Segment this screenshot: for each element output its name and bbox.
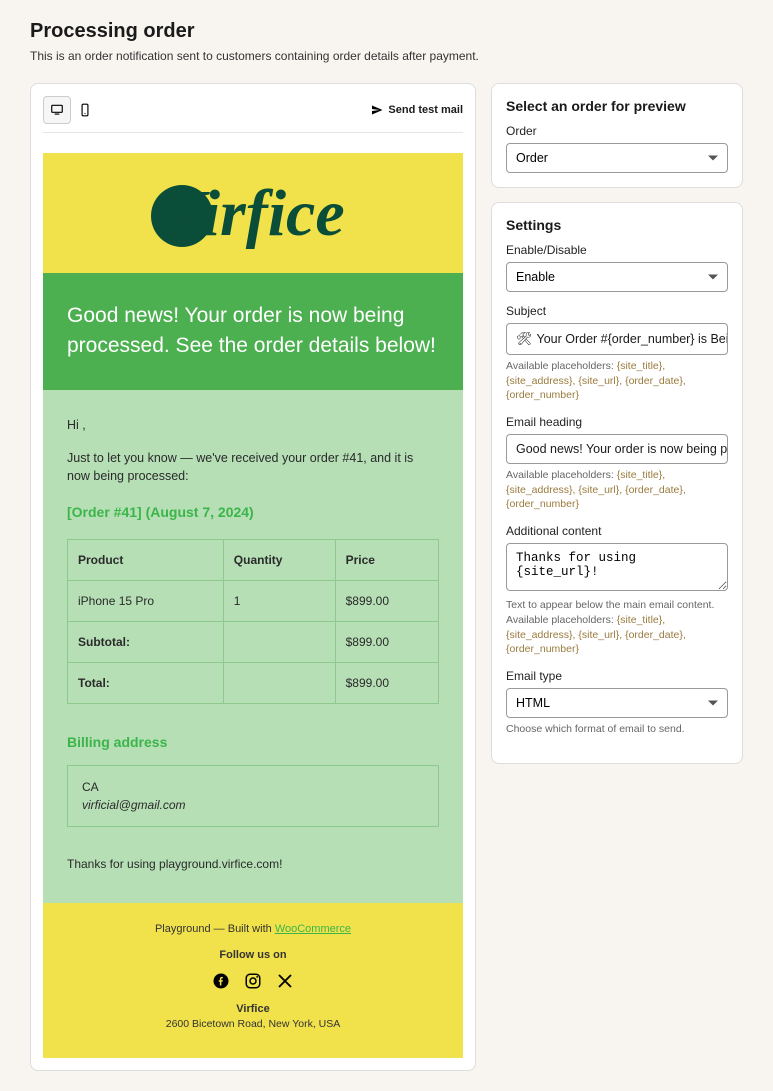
emailtype-label: Email type (506, 669, 728, 683)
send-test-button[interactable]: Send test mail (371, 104, 463, 116)
cell-product: iPhone 15 Pro (68, 581, 224, 622)
instagram-icon[interactable] (243, 971, 263, 991)
cell-price: $899.00 (335, 581, 438, 622)
tools-icon: 🛠 (516, 331, 533, 347)
enable-label: Enable/Disable (506, 243, 728, 257)
email-preview-card: Send test mail Virfice Good news! Your o… (30, 83, 476, 1071)
send-icon (371, 104, 383, 116)
mobile-view-button[interactable] (71, 96, 99, 124)
subject-hint: Available placeholders: {site_title}, {s… (506, 359, 728, 403)
subject-label: Subject (506, 304, 728, 318)
desktop-view-button[interactable] (43, 96, 71, 124)
billing-title: Billing address (67, 732, 439, 753)
footer-follow: Follow us on (53, 949, 453, 961)
x-icon[interactable] (275, 971, 295, 991)
mobile-icon (78, 103, 92, 117)
settings-card: Settings Enable/Disable Enable Subject 🛠… (491, 202, 743, 764)
email-intro: Just to let you know — we've received yo… (67, 449, 439, 487)
email-heading: Good news! Your order is now being proce… (43, 273, 463, 390)
footer-built: Playground — Built with WooCommerce (53, 923, 453, 935)
heading-input[interactable]: Good news! Your order is now being proce… (506, 434, 728, 464)
footer-address: 2600 Bicetown Road, New York, USA (53, 1018, 453, 1030)
additional-hint: Text to appear below the main email cont… (506, 598, 728, 657)
heading-hint: Available placeholders: {site_title}, {s… (506, 468, 728, 512)
th-quantity: Quantity (223, 540, 335, 581)
table-row: iPhone 15 Pro 1 $899.00 (68, 581, 439, 622)
table-total-row: Total: $899.00 (68, 663, 439, 704)
preview-toolbar: Send test mail (43, 96, 463, 133)
settings-title: Settings (506, 217, 728, 233)
billing-box: CA virficial@gmail.com (67, 765, 439, 827)
th-price: Price (335, 540, 438, 581)
order-table: Product Quantity Price iPhone 15 Pro 1 $… (67, 539, 439, 704)
order-label: Order (506, 124, 728, 138)
email-thanks: Thanks for using playground.virfice.com! (67, 855, 439, 873)
brand-logo: Virfice (161, 181, 344, 247)
email-preview: Virfice Good news! Your order is now bei… (43, 153, 463, 1058)
subject-input[interactable]: 🛠Your Order #{order_number} is Being Pro… (506, 323, 728, 355)
emailtype-select[interactable]: HTML (506, 688, 728, 718)
enable-select[interactable]: Enable (506, 262, 728, 292)
send-test-label: Send test mail (388, 104, 463, 116)
facebook-icon[interactable] (211, 971, 231, 991)
th-product: Product (68, 540, 224, 581)
footer-brand: Virfice (53, 1003, 453, 1015)
woocommerce-link[interactable]: WooCommerce (275, 923, 351, 935)
page-title: Processing order (30, 20, 743, 43)
billing-region: CA (82, 778, 424, 796)
emailtype-hint: Choose which format of email to send. (506, 722, 728, 737)
heading-label: Email heading (506, 415, 728, 429)
additional-textarea[interactable] (506, 543, 728, 591)
preview-card-title: Select an order for preview (506, 98, 728, 114)
additional-label: Additional content (506, 524, 728, 538)
table-header-row: Product Quantity Price (68, 540, 439, 581)
billing-email: virficial@gmail.com (82, 796, 424, 814)
table-subtotal-row: Subtotal: $899.00 (68, 622, 439, 663)
email-greeting: Hi , (67, 416, 439, 435)
page-description: This is an order notification sent to cu… (30, 49, 743, 63)
desktop-icon (50, 103, 64, 117)
preview-selector-card: Select an order for preview Order Order (491, 83, 743, 188)
order-select[interactable]: Order (506, 143, 728, 173)
cell-quantity: 1 (223, 581, 335, 622)
order-link[interactable]: [Order #41] (August 7, 2024) (67, 502, 439, 523)
